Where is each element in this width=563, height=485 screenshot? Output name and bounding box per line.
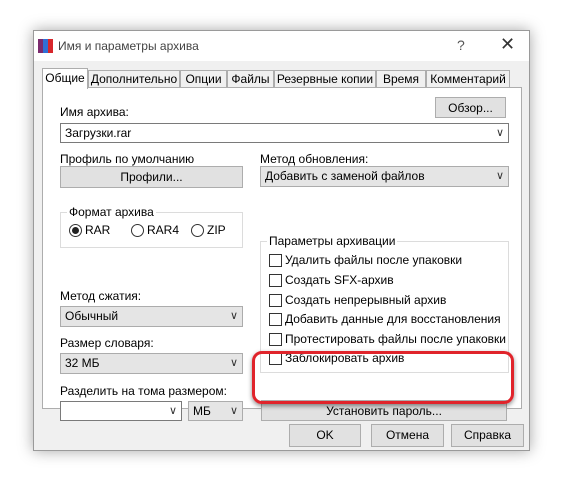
- rar4-radio[interactable]: [131, 224, 144, 237]
- compression-select[interactable]: Обычный ∨: [60, 306, 243, 327]
- tab-general[interactable]: Общие: [42, 68, 88, 89]
- update-method-label: Метод обновления:: [260, 152, 369, 166]
- chevron-down-icon[interactable]: ∨: [496, 124, 504, 142]
- update-method-value: Добавить с заменой файлов: [265, 169, 425, 183]
- compression-label: Метод сжатия:: [60, 289, 142, 303]
- recovery-record-checkbox[interactable]: [269, 313, 282, 326]
- archive-format-title: Формат архива: [67, 205, 156, 219]
- split-size-input[interactable]: ∨: [60, 401, 182, 421]
- window-title: Имя и параметры архива: [58, 39, 199, 53]
- chevron-down-icon[interactable]: ∨: [230, 307, 238, 325]
- tab-strip: Общие Дополнительно Опции Файлы Резервны…: [42, 68, 522, 89]
- create-sfx-checkbox[interactable]: [269, 274, 282, 287]
- dictionary-select[interactable]: 32 МБ ∨: [60, 353, 243, 374]
- solid-archive-label: Создать непрерывный архив: [285, 293, 447, 307]
- dictionary-value: 32 МБ: [65, 356, 100, 370]
- archive-format-group: Формат архива RAR RAR4 ZIP: [60, 205, 243, 248]
- chevron-down-icon[interactable]: ∨: [496, 167, 504, 185]
- dictionary-label: Размер словаря:: [60, 336, 154, 350]
- create-sfx-label: Создать SFX-архив: [285, 273, 394, 287]
- help-button[interactable]: Справка: [451, 424, 524, 447]
- ok-button[interactable]: OK: [289, 424, 361, 447]
- split-label: Разделить на тома размером:: [60, 384, 227, 398]
- chevron-down-icon[interactable]: ∨: [230, 402, 238, 420]
- cancel-button[interactable]: Отмена: [371, 424, 444, 447]
- title-bar[interactable]: Имя и параметры архива ? ✕: [34, 31, 529, 61]
- delete-after-packing-label: Удалить файлы после упаковки: [285, 253, 463, 267]
- delete-after-packing-checkbox[interactable]: [269, 254, 282, 267]
- test-files-checkbox[interactable]: [269, 333, 282, 346]
- profile-label: Профиль по умолчанию: [60, 152, 195, 166]
- split-unit-select[interactable]: МБ ∨: [188, 401, 243, 421]
- password-highlight-frame: [252, 351, 514, 404]
- tab-files[interactable]: Файлы: [227, 70, 274, 88]
- archive-name-value: Загрузки.rar: [65, 126, 132, 140]
- rar4-label: RAR4: [147, 223, 180, 237]
- zip-radio[interactable]: [191, 224, 204, 237]
- profiles-button[interactable]: Профили...: [60, 166, 243, 188]
- compression-value: Обычный: [65, 309, 119, 323]
- tab-time[interactable]: Время: [376, 70, 426, 88]
- winrar-app-icon: [38, 39, 54, 53]
- browse-button[interactable]: Обзор...: [435, 97, 506, 118]
- tab-comment[interactable]: Комментарий: [426, 70, 510, 88]
- chevron-down-icon[interactable]: ∨: [169, 402, 177, 420]
- rar-label: RAR: [85, 223, 111, 237]
- zip-label: ZIP: [207, 223, 226, 237]
- help-question-icon[interactable]: ?: [457, 37, 465, 53]
- tab-advanced[interactable]: Дополнительно: [88, 70, 180, 88]
- solid-archive-checkbox[interactable]: [269, 294, 282, 307]
- recovery-record-label: Добавить данные для восстановления: [285, 312, 501, 326]
- tab-backup[interactable]: Резервные копии: [274, 70, 376, 88]
- archive-options-title: Параметры архивации: [267, 234, 398, 248]
- test-files-label: Протестировать файлы после упаковки: [285, 332, 506, 346]
- archive-name-combo[interactable]: Загрузки.rar ∨: [60, 123, 509, 143]
- archive-name-label: Имя архива:: [60, 105, 129, 119]
- rar-radio[interactable]: [69, 224, 82, 237]
- update-method-select[interactable]: Добавить с заменой файлов ∨: [260, 166, 509, 187]
- chevron-down-icon[interactable]: ∨: [230, 354, 238, 372]
- close-icon[interactable]: ✕: [500, 34, 515, 55]
- tab-options[interactable]: Опции: [180, 70, 227, 88]
- split-unit-value: МБ: [193, 404, 211, 418]
